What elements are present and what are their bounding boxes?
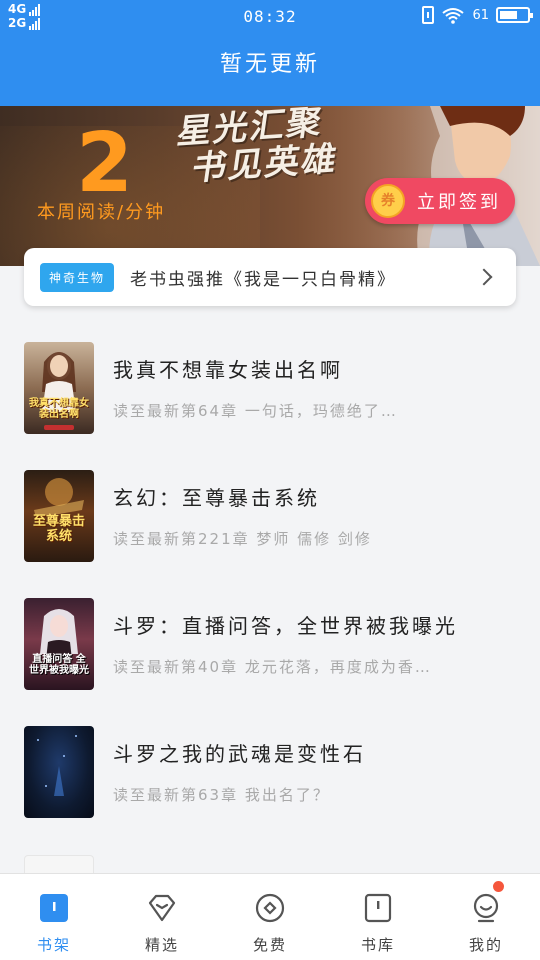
book-cover-partial — [24, 855, 94, 875]
nav-item-bookshelf[interactable]: 书架 — [0, 874, 108, 960]
book-progress: 读至最新第63章 我出名了？ — [113, 786, 330, 804]
nav-label: 免费 — [252, 936, 287, 954]
weekly-read-label: 本周阅读/分钟 — [37, 202, 166, 223]
free-icon — [255, 893, 285, 923]
signin-label: 立即签到 — [417, 192, 501, 213]
promo-banner[interactable]: 星光汇聚 书见英雄 2 本周阅读/分钟 券 立即签到 — [0, 106, 540, 266]
book-cover: 我真不想靠女装出名啊 — [24, 342, 94, 434]
page-title: 暂无更新 — [219, 52, 320, 77]
book-title: 玄幻：至尊暴击系统 — [113, 486, 320, 510]
battery-percent: 61 — [472, 7, 489, 23]
recommend-tag: 神奇生物 — [40, 262, 115, 292]
book-cover: 直播问答 全世界被我曝光 — [24, 598, 94, 690]
book-title: 斗罗之我的武魂是变性石 — [113, 742, 366, 766]
book-item[interactable]: 直播问答 全世界被我曝光 斗罗：直播问答，全世界被我曝光 读至最新第40章 龙元… — [0, 578, 540, 706]
nav-label: 我的 — [468, 936, 503, 954]
cover-art — [40, 609, 78, 660]
cover-art — [42, 352, 76, 412]
battery-icon — [496, 7, 533, 23]
sim-icon — [422, 6, 435, 24]
nav-item-profile[interactable]: 我的 — [432, 874, 540, 960]
library-icon — [364, 893, 392, 923]
status-bar: 4G 2G 08:32 61 — [0, 0, 540, 34]
book-item[interactable]: 斗罗之我的武魂是变性石 读至最新第63章 我出名了？ — [0, 706, 540, 834]
wifi-icon — [442, 8, 465, 24]
nav-item-library[interactable]: 书库 — [324, 874, 432, 960]
nav-label: 书架 — [36, 936, 71, 954]
recommend-card[interactable]: 神奇生物 老书虫强推《我是一只白骨精》 — [24, 248, 516, 306]
book-cover: 至尊暴击系统 — [24, 470, 94, 562]
cover-art — [37, 735, 77, 796]
nav-label: 书库 — [360, 936, 395, 954]
book-progress: 读至最新第64章 一句话，玛德绝了… — [113, 402, 398, 420]
notification-dot — [493, 881, 504, 892]
nav-label: 精选 — [144, 936, 179, 954]
book-title: 我真不想靠女装出名啊 — [113, 358, 343, 382]
signin-button[interactable]: 券 立即签到 — [365, 178, 515, 224]
diamond-icon — [148, 894, 176, 922]
book-item[interactable]: 至尊暴击系统 玄幻：至尊暴击系统 读至最新第221章 梦师 儒修 剑修 — [0, 450, 540, 578]
bookshelf-list: 我真不想靠女装出名啊 我真不想靠女装出名啊 读至最新第64章 一句话，玛德绝了…… — [0, 322, 540, 834]
nav-item-featured[interactable]: 精选 — [108, 874, 216, 960]
bottom-nav: 书架 精选 免费 书库 我的 — [0, 873, 540, 960]
cover-title: 我真不想靠女装出名啊 — [29, 398, 89, 420]
coupon-icon: 券 — [371, 184, 405, 218]
recommend-text: 老书虫强推《我是一只白骨精》 — [130, 269, 397, 290]
nav-item-free[interactable]: 免费 — [216, 874, 324, 960]
profile-icon — [473, 893, 499, 923]
cover-title: 至尊暴击系统 — [32, 514, 85, 544]
bookshelf-icon — [40, 894, 68, 922]
system-icons: 61 — [422, 6, 533, 24]
book-item[interactable]: 我真不想靠女装出名啊 我真不想靠女装出名啊 读至最新第64章 一句话，玛德绝了… — [0, 322, 540, 450]
title-bar: 暂无更新 — [0, 34, 540, 106]
publisher-mark — [44, 425, 74, 430]
book-cover — [24, 726, 94, 818]
cover-title: 直播问答 全世界被我曝光 — [29, 654, 89, 676]
book-progress: 读至最新第221章 梦师 儒修 剑修 — [113, 530, 372, 548]
chevron-right-icon — [475, 268, 493, 286]
book-title: 斗罗：直播问答，全世界被我曝光 — [113, 614, 458, 638]
book-progress: 读至最新第40章 龙元花落，再度成为香… — [113, 658, 432, 676]
